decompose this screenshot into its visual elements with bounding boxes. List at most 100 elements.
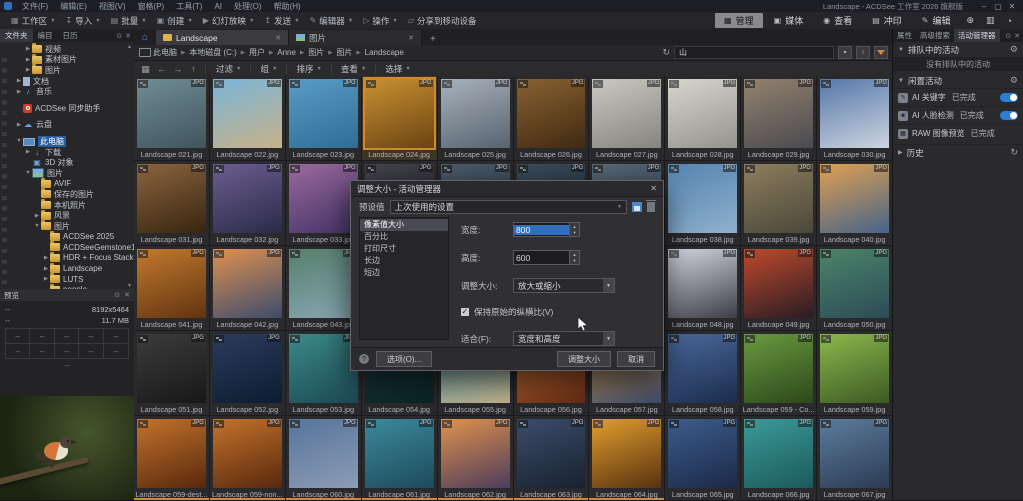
dialog-title-bar[interactable]: 调整大小 - 活动管理器 ✕ [351, 181, 663, 197]
thumbnail-cell[interactable]: JPGLandscape 029.jpg [741, 76, 817, 161]
thumbnail-cell[interactable]: JPGLandscape 021.jpg [134, 76, 210, 161]
thumbnail-cell[interactable]: JPGLandscape 059-dest... [134, 416, 210, 501]
thumbnail-cell[interactable]: JPGLandscape 041.jpg [134, 246, 210, 331]
preset-dropdown[interactable]: 上次使用的设置 ▼ [390, 200, 627, 214]
tree-item-AVIF[interactable]: AVIF [0, 179, 134, 190]
mode-extra-icon-1[interactable]: ▥ [981, 15, 1000, 26]
easy-select-strip[interactable] [2, 58, 7, 291]
thumbnail-cell[interactable]: JPGLandscape 060.jpg [286, 416, 362, 501]
thumbnail-cell[interactable]: JPGLandscape 059 - Co... [741, 331, 817, 416]
thumbnail-cell[interactable]: JPGLandscape 024.jpg [362, 76, 438, 161]
tree-item-ACDSee 2025[interactable]: ACDSee 2025 [0, 232, 134, 243]
toolbar-button-6[interactable]: ✎编辑器▼ [305, 14, 359, 28]
tree-item-保存的图片[interactable]: 保存的图片 [0, 189, 134, 200]
spinner-buttons[interactable]: ▲▼ [569, 251, 579, 264]
resize-mode-dropdown[interactable]: 放大或缩小 ▼ [513, 278, 615, 293]
width-input[interactable]: 800 ▲▼ [513, 222, 580, 237]
mode-tab-查看[interactable]: ◉查看 [814, 13, 861, 28]
filter-button-查看[interactable]: 查看▼ [335, 63, 372, 75]
thumbnail-cell[interactable]: JPGLandscape 026.jpg [514, 76, 590, 161]
thumbnail-cell[interactable]: JPGLandscape 052.jpg [210, 331, 286, 416]
close-icon[interactable]: ✕ [408, 34, 414, 42]
breadcrumb-图片[interactable]: 图片 [336, 47, 352, 58]
aspect-ratio-checkbox[interactable] [461, 308, 469, 316]
thumbnail-cell[interactable]: JPGLandscape 028.jpg [665, 76, 741, 161]
tree-item-云盘[interactable]: ▶☁云盘 [0, 120, 134, 131]
info-icon[interactable]: i [856, 46, 870, 59]
new-tab-button[interactable]: + [422, 34, 444, 45]
panel-tab-高级搜索[interactable]: 高级搜索 [916, 29, 954, 42]
tree-item-ACDSee 同步助手[interactable]: ACDSee 同步助手 [0, 103, 134, 114]
toggle-on[interactable] [1000, 111, 1018, 120]
thumbnail-cell[interactable]: JPGLandscape 067.jpg [817, 416, 893, 501]
tree-item-3D 对象[interactable]: ▣3D 对象 [0, 157, 134, 168]
close-icon[interactable]: ✕ [1005, 2, 1019, 11]
history-section-header[interactable]: ▶ 历史 ↻ [893, 144, 1023, 160]
back-icon[interactable]: ← [154, 64, 169, 74]
menu-item-4[interactable]: 工具(T) [170, 2, 208, 11]
tree-item-此电脑[interactable]: ▼此电脑 [0, 136, 134, 147]
resize-mode-option-长边[interactable]: 长边 [360, 255, 448, 267]
menu-item-7[interactable]: 帮助(H) [268, 2, 307, 11]
thumbnail-cell[interactable]: JPGLandscape 031.jpg [134, 161, 210, 246]
help-icon[interactable]: ? [359, 354, 369, 364]
thumbnail-cell[interactable]: JPGLandscape 049.jpg [741, 246, 817, 331]
thumbnail-cell[interactable]: JPGLandscape 051.jpg [134, 331, 210, 416]
resize-mode-option-像素值大小[interactable]: 像素值大小 [360, 219, 448, 231]
pin-icon[interactable]: ⊙ [116, 32, 122, 40]
mode-tab-媒体[interactable]: ▣媒体 [765, 13, 813, 28]
thumbnail-cell[interactable]: JPGLandscape 030.jpg [817, 76, 893, 161]
pin-icon[interactable]: ⊙ [1005, 32, 1011, 40]
mode-tab-管理[interactable]: ▦管理 [715, 13, 763, 28]
thumbnail-cell[interactable]: JPGLandscape 066.jpg [741, 416, 817, 501]
panel-tab-活动管理器[interactable]: 活动管理器 [954, 29, 1000, 42]
breadcrumb-此电脑[interactable]: 此电脑 [153, 47, 177, 58]
tree-item-视频[interactable]: ▶视频 [0, 44, 134, 55]
thumbnail-cell[interactable]: JPGLandscape 062.jpg [438, 416, 514, 501]
preview-image[interactable] [0, 396, 134, 500]
doc-tab-图片[interactable]: 图片✕ [289, 30, 422, 45]
resize-mode-option-百分比[interactable]: 百分比 [360, 231, 448, 243]
menu-item-5[interactable]: AI [208, 2, 228, 11]
breadcrumb-本地磁盘 (C:)[interactable]: 本地磁盘 (C:) [189, 47, 237, 58]
delete-preset-icon[interactable] [647, 202, 655, 212]
resize-button[interactable]: 调整大小 [557, 351, 611, 367]
toolbar-button-1[interactable]: ↧导入▼ [61, 14, 106, 28]
close-panel-icon[interactable]: ✕ [124, 291, 130, 299]
thumbnail-cell[interactable]: JPGLandscape 064.jpg [589, 416, 665, 501]
thumbnail-cell[interactable]: JPGLandscape 022.jpg [210, 76, 286, 161]
maximize-icon[interactable]: ▢ [991, 2, 1005, 11]
options-button[interactable]: 选项(O)... [376, 351, 432, 367]
mode-tab-编辑[interactable]: ✎编辑 [913, 13, 960, 28]
close-panel-icon[interactable]: ✕ [1014, 32, 1020, 40]
thumbnail-cell[interactable]: JPGLandscape 061.jpg [362, 416, 438, 501]
tree-item-LUTS[interactable]: ▶LUTS [0, 274, 134, 285]
filter-icon[interactable] [874, 46, 888, 59]
spinner-buttons[interactable]: ▲▼ [569, 223, 579, 236]
toolbar-button-5[interactable]: ↥发送▼ [259, 14, 304, 28]
sync-icon[interactable]: ↻ [662, 47, 670, 58]
save-preset-icon[interactable] [632, 202, 642, 212]
menu-item-2[interactable]: 视图(V) [93, 2, 132, 11]
toolbar-button-7[interactable]: ▷操作▼ [358, 14, 403, 28]
tree-item-素材图片[interactable]: ▶素材图片 [0, 55, 134, 66]
toolbar-button-0[interactable]: ▦工作区▼ [6, 14, 61, 28]
tree-item-文档[interactable]: ▶文档 [0, 76, 134, 87]
tree-item-ACDSeeGemstone15[interactable]: ACDSeeGemstone15 [0, 242, 134, 253]
fit-dropdown[interactable]: 宽度和高度 ▼ [513, 331, 615, 346]
panel-tab-属性[interactable]: 属性 [893, 29, 916, 42]
tree-item-音乐[interactable]: ▶♪音乐 [0, 86, 134, 97]
thumbnail-cell[interactable]: JPGLandscape 063.jpg [514, 416, 590, 501]
doc-tab-Landscape[interactable]: Landscape✕ [156, 30, 289, 45]
home-icon[interactable]: ⌂ [134, 30, 156, 45]
thumbnail-cell[interactable]: JPGLandscape 032.jpg [210, 161, 286, 246]
tree-item-图片[interactable]: ▼图片 [0, 168, 134, 179]
toolbar-button-8[interactable]: ▱分享到移动设备 [403, 14, 482, 28]
mode-extra-icon-2[interactable]: ◔ [1002, 16, 1017, 26]
gear-icon[interactable]: ⚙ [1010, 75, 1018, 86]
toolbar-button-4[interactable]: ▶幻灯放映▼ [198, 14, 260, 28]
thumbnail-cell[interactable]: JPGLandscape 042.jpg [210, 246, 286, 331]
thumbnail-cell[interactable]: JPGLandscape 050.jpg [817, 246, 893, 331]
forward-icon[interactable]: → [170, 64, 185, 74]
resize-mode-option-打印尺寸[interactable]: 打印尺寸 [360, 243, 448, 255]
